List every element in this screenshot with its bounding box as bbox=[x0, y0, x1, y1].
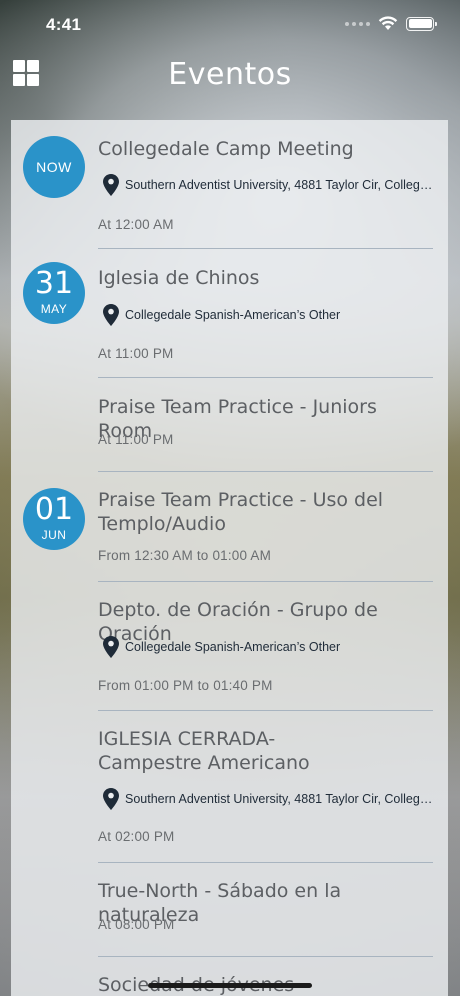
location-pin-icon bbox=[103, 636, 119, 658]
page-title: Eventos bbox=[168, 57, 292, 92]
date-day: 31 bbox=[34, 266, 74, 301]
event-title-line1: Praise Team Practice - Uso del bbox=[98, 489, 384, 511]
status-time: 4:41 bbox=[46, 15, 82, 34]
date-badge: 01 JUN bbox=[23, 488, 85, 550]
event-title: IGLESIA CERRADA- Campestre Americano bbox=[98, 727, 436, 775]
event-location-text: Collegedale Spanish-American’s Other bbox=[125, 640, 341, 654]
status-bar: 4:41 bbox=[0, 0, 460, 50]
event-time: From 01:00 PM to 01:40 PM bbox=[98, 678, 273, 693]
event-location-text: Southern Adventist University, 4881 Tayl… bbox=[125, 178, 436, 192]
nav-bar: Eventos bbox=[0, 50, 460, 105]
event-title-line2: Templo/Audio bbox=[98, 513, 226, 535]
event-item[interactable]: True-North - Sábado en la naturaleza At … bbox=[11, 863, 448, 957]
event-title-line2: Campestre Americano bbox=[98, 752, 310, 774]
event-time: At 12:00 AM bbox=[98, 217, 174, 232]
events-list[interactable]: NOW Collegedale Camp Meeting Southern Ad… bbox=[11, 120, 448, 996]
event-title: Iglesia de Chinos bbox=[98, 267, 260, 289]
event-location-text: Collegedale Spanish-American’s Other bbox=[125, 308, 341, 322]
event-item[interactable]: Praise Team Practice - Juniors Room At 1… bbox=[11, 378, 448, 472]
date-badge: 31 MAY bbox=[23, 262, 85, 324]
status-icons bbox=[345, 16, 437, 31]
event-location[interactable]: Collegedale Spanish-American’s Other bbox=[103, 635, 436, 659]
event-title-line1: IGLESIA CERRADA- bbox=[98, 728, 276, 750]
event-title: Collegedale Camp Meeting bbox=[98, 138, 354, 160]
event-item[interactable]: Depto. de Oración - Grupo de Oración Col… bbox=[11, 582, 448, 711]
now-label: NOW bbox=[36, 159, 72, 175]
event-item[interactable]: 01 JUN Praise Team Practice - Uso del Te… bbox=[11, 472, 448, 582]
event-time: At 08:00 PM bbox=[98, 917, 175, 932]
date-month: MAY bbox=[40, 302, 68, 316]
event-item[interactable]: NOW Collegedale Camp Meeting Southern Ad… bbox=[11, 120, 448, 249]
cellular-signal-icon bbox=[345, 21, 370, 26]
event-location[interactable]: Southern Adventist University, 4881 Tayl… bbox=[103, 173, 436, 197]
event-time: At 11:00 PM bbox=[98, 432, 174, 447]
event-item[interactable]: 31 MAY Iglesia de Chinos Collegedale Spa… bbox=[11, 249, 448, 378]
event-item[interactable]: Sociedad de jóvenes bbox=[11, 957, 448, 996]
home-indicator[interactable] bbox=[148, 983, 312, 988]
battery-icon bbox=[406, 16, 437, 31]
event-title: Praise Team Practice - Uso del Templo/Au… bbox=[98, 488, 436, 536]
date-month: JUN bbox=[41, 528, 67, 542]
location-pin-icon bbox=[103, 174, 119, 196]
event-time: From 12:30 AM to 01:00 AM bbox=[98, 548, 272, 563]
date-day: 01 bbox=[34, 492, 74, 527]
event-location-text: Southern Adventist University, 4881 Tayl… bbox=[125, 792, 436, 806]
location-pin-icon bbox=[103, 304, 119, 326]
event-item[interactable]: IGLESIA CERRADA- Campestre Americano Sou… bbox=[11, 711, 448, 863]
wifi-icon bbox=[378, 16, 398, 30]
event-time: At 02:00 PM bbox=[98, 829, 175, 844]
location-pin-icon bbox=[103, 788, 119, 810]
date-badge-now: NOW bbox=[23, 136, 85, 198]
event-time: At 11:00 PM bbox=[98, 346, 174, 361]
event-location[interactable]: Collegedale Spanish-American’s Other bbox=[103, 303, 436, 327]
event-location[interactable]: Southern Adventist University, 4881 Tayl… bbox=[103, 787, 436, 811]
